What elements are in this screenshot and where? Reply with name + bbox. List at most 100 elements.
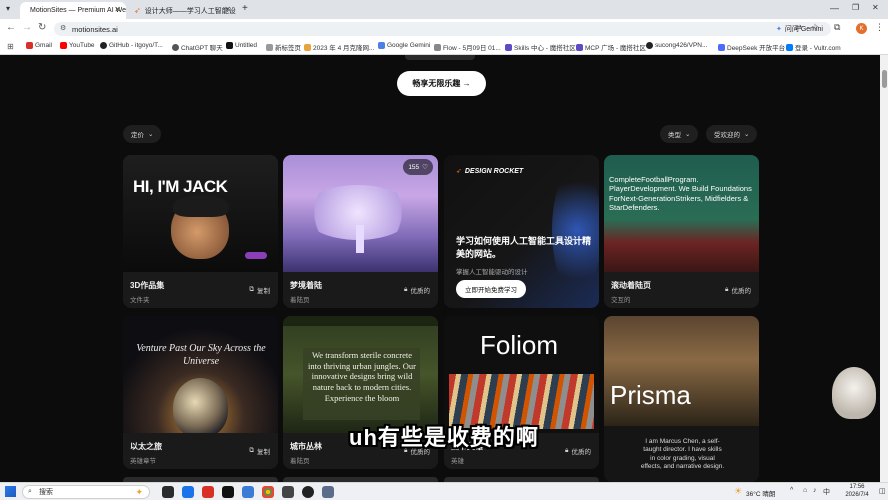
- edge-icon[interactable]: [182, 486, 194, 498]
- bookmark-item[interactable]: 登录 - Vultr.com: [786, 42, 841, 52]
- card-title: 滚动着陆页: [611, 281, 651, 290]
- translate-icon[interactable]: ⇄: [795, 23, 802, 32]
- card-thumbnail: Foliom: [444, 316, 599, 433]
- close-icon[interactable]: ✕: [224, 5, 231, 14]
- address-bar[interactable]: ⚙ motionsites.ai: [54, 22, 784, 36]
- price-filter-label: 定价: [131, 132, 144, 139]
- back-icon[interactable]: ←: [6, 22, 16, 33]
- clock-date[interactable]: 2026/7/4: [838, 492, 876, 498]
- tray-chevron-icon[interactable]: ^: [790, 487, 793, 494]
- lock-icon: 🔒︎: [404, 286, 408, 293]
- scrollbar-thumb[interactable]: [882, 70, 887, 88]
- bookmark-label: Flow - 5月09日 01...: [443, 45, 501, 52]
- thumbnail-headline: Venture Past Our Sky Across the Universe: [136, 343, 266, 367]
- windows-start-icon[interactable]: [5, 486, 16, 497]
- bookmark-item[interactable]: DeepSeek 开放平台: [718, 42, 785, 52]
- gemini-icon: ✦: [776, 26, 782, 33]
- type-filter[interactable]: 类型 ⌄: [660, 125, 699, 143]
- bookmark-item[interactable]: MCP 广场 - 魔搭社区: [576, 42, 646, 52]
- clock-time[interactable]: 17:56: [842, 484, 872, 490]
- character-hair: [173, 195, 229, 217]
- bookmark-label: GitHub - itgoyo/T...: [109, 42, 163, 49]
- rocket-icon: ➶: [134, 6, 141, 15]
- chrome-icon[interactable]: [262, 486, 274, 498]
- taskbar: ⌕ 搜索 ✦ ☀ 36°C 晴朗 ^ ⌂ ♪ 中 17:56 2026/7/4 …: [0, 482, 888, 500]
- bookmark-item[interactable]: YouTube: [60, 42, 95, 49]
- site-info-icon[interactable]: ⚙: [60, 24, 66, 32]
- bookmark-item[interactable]: Flow - 5月09日 01...: [434, 42, 501, 52]
- bookmark-item[interactable]: GitHub - itgoyo/T...: [100, 42, 163, 49]
- apps-icon[interactable]: ⊞: [7, 42, 14, 51]
- volume-icon[interactable]: ♪: [813, 487, 817, 494]
- start-free-learning-button[interactable]: 立即开始免费学习: [456, 280, 526, 298]
- card-design-rocket-promo[interactable]: ➶ DESIGN ROCKET 学习如何使用人工智能工具设计精美的网站。 掌握人工…: [444, 155, 599, 308]
- popular-filter[interactable]: 受欢迎的 ⌄: [706, 125, 758, 143]
- network-icon[interactable]: ⌂: [803, 487, 807, 494]
- extensions-icon[interactable]: ⧉: [834, 22, 840, 33]
- menu-icon[interactable]: ⋮: [875, 22, 884, 33]
- reload-icon[interactable]: ↻: [38, 22, 46, 33]
- bookmark-label: Google Gemini: [387, 42, 431, 49]
- bookmark-item[interactable]: 2023 年 4 月克隆网...: [304, 42, 374, 52]
- likes-count: 155: [408, 163, 420, 171]
- notification-icon[interactable]: ◫: [879, 487, 886, 495]
- card-thumbnail: Venture Past Our Sky Across the Universe: [123, 316, 278, 433]
- weather-text[interactable]: 36°C 晴朗: [746, 488, 775, 498]
- bookmark-item[interactable]: Skills 中心 - 魔搭社区: [505, 42, 576, 52]
- bookmark-item[interactable]: 新标签页: [266, 42, 301, 52]
- bookmark-item[interactable]: Untitled: [226, 42, 257, 49]
- bookmark-item[interactable]: sucong426/VPN...: [646, 42, 707, 49]
- bookmark-item[interactable]: Google Gemini: [378, 42, 430, 49]
- card-category: 英雄章节: [130, 458, 156, 465]
- card-category: 着陆页: [290, 458, 310, 465]
- taskbar-search[interactable]: ⌕ 搜索 ✦: [22, 485, 150, 499]
- tab-design-master[interactable]: ➶ 设计大师——学习人工智能设计 ✕: [128, 2, 236, 19]
- page-scrollbar[interactable]: [880, 55, 888, 482]
- tab-motionsites[interactable]: MotionSites — Premium AI We ✕: [20, 2, 126, 19]
- likes-badge[interactable]: 155 ♡: [403, 159, 433, 175]
- close-icon[interactable]: ✕: [114, 5, 121, 14]
- forward-icon[interactable]: →: [22, 22, 32, 33]
- card-category: 交互的: [611, 297, 631, 304]
- app-icon[interactable]: [282, 486, 294, 498]
- taskview-icon[interactable]: [162, 486, 174, 498]
- address-row: ← → ↻ ⚙ motionsites.ai ✦ 问问 Gemini ⇄ ☆ ⧉…: [0, 19, 888, 39]
- card-scroll-landing[interactable]: CompleteFootballProgram. PlayerDevelopme…: [604, 155, 759, 308]
- profile-avatar[interactable]: K: [856, 23, 867, 34]
- tab-search-icon[interactable]: ▾: [6, 4, 10, 13]
- card-prisma[interactable]: Prisma I am Marcus Chen, a self-taught d…: [604, 316, 759, 482]
- minimize-icon[interactable]: —: [830, 3, 839, 13]
- unlimited-fun-button[interactable]: 畅享无限乐趣 →: [397, 71, 486, 96]
- card-title: 梦境着陆: [290, 281, 322, 290]
- tiktok-icon[interactable]: [222, 486, 234, 498]
- promo-subtitle: 掌握人工智能驱动的设计: [456, 269, 528, 276]
- maximize-icon[interactable]: ❐: [852, 3, 859, 12]
- app-icon[interactable]: [242, 486, 254, 498]
- new-tab-icon[interactable]: +: [242, 3, 248, 14]
- card-dream-landing[interactable]: 155 ♡ 梦境着陆 着陆页 🔒︎ 优质的: [283, 155, 438, 308]
- top-text-fragment: [405, 55, 475, 60]
- app-icon[interactable]: [322, 486, 334, 498]
- thumbnail-headline: We transform sterile concrete into thriv…: [308, 350, 416, 403]
- thumbnail-headline: CompleteFootballProgram. PlayerDevelopme…: [609, 175, 752, 213]
- card-3d-portfolio[interactable]: HI, I'M JACK 3D作品集 文件夹 ⧉ 复制: [123, 155, 278, 308]
- bookmark-item[interactable]: ChatGPT 聊天: [172, 42, 223, 52]
- chatgpt-icon: [172, 43, 179, 51]
- price-filter[interactable]: 定价 ⌄: [123, 125, 162, 143]
- tab-title: MotionSites — Premium AI We: [30, 7, 126, 14]
- premium-badge: 🔒︎ 优质的: [404, 285, 430, 295]
- bookmark-item[interactable]: Gmail: [26, 42, 52, 49]
- app-icon[interactable]: [202, 486, 214, 498]
- bookmark-star-icon[interactable]: ☆: [811, 22, 819, 33]
- gemini-icon: [378, 42, 385, 49]
- window-close-icon[interactable]: ✕: [872, 3, 879, 12]
- rocket-icon: ➶: [456, 168, 462, 175]
- bookmark-label: 登录 - Vultr.com: [795, 45, 841, 52]
- app-icon[interactable]: [302, 486, 314, 498]
- ime-indicator[interactable]: 中: [823, 487, 830, 497]
- premium-label: 优质的: [731, 288, 752, 295]
- bookmark-label: MCP 广场 - 魔搭社区: [585, 45, 646, 52]
- page-icon: [266, 43, 273, 51]
- copy-button[interactable]: ⧉ 复制: [249, 285, 270, 295]
- cat-sticker-image: [832, 367, 876, 419]
